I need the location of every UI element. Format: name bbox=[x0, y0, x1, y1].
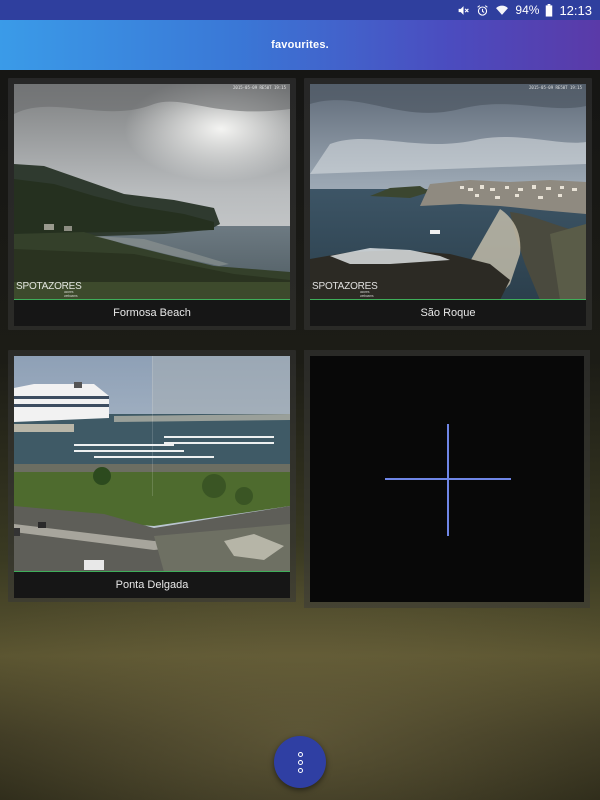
webcam-image-formosa-beach: 2015-05-09 RE50T 19:15 SPOTAZORES azores … bbox=[14, 84, 290, 300]
webcam-image-sao-roque: 2015-05-09 RE50T 19:15 SPOTAZORES azores … bbox=[310, 84, 586, 300]
favourite-title: Ponta Delgada bbox=[14, 572, 290, 598]
more-vertical-icon-dot bbox=[297, 759, 303, 765]
favourite-card-formosa-beach[interactable]: 2015-05-09 RE50T 19:15 SPOTAZORES azores … bbox=[8, 78, 296, 330]
favourite-title: Formosa Beach bbox=[14, 300, 290, 326]
more-vertical-icon-dot bbox=[297, 767, 303, 773]
favourite-title: São Roque bbox=[310, 300, 586, 326]
battery-percent: 94% bbox=[515, 3, 540, 17]
wifi-icon bbox=[495, 0, 509, 20]
timestamp-overlay: 2015-05-09 RE50T 19:15 bbox=[233, 85, 286, 90]
app-bar: favourites. bbox=[0, 20, 600, 70]
add-favourite-area[interactable] bbox=[310, 356, 584, 602]
watermark-logo: SPOTAZORES azores webcams bbox=[16, 281, 82, 298]
watermark-logo: SPOTAZORES azores webcams bbox=[312, 281, 378, 298]
favourites-screen: 94% 12:13 favourites. 2015-05-09 RE50T 1… bbox=[0, 0, 600, 800]
timestamp-overlay: 2015-05-09 RE50T 19:15 bbox=[529, 85, 582, 90]
more-vertical-icon bbox=[297, 751, 303, 757]
page-title: favourites. bbox=[271, 39, 329, 51]
more-options-button[interactable] bbox=[274, 736, 326, 788]
favourite-card-sao-roque[interactable]: 2015-05-09 RE50T 19:15 SPOTAZORES azores … bbox=[304, 78, 592, 330]
add-favourite-tile[interactable] bbox=[304, 350, 590, 608]
mute-icon bbox=[457, 0, 470, 20]
battery-icon bbox=[545, 0, 553, 20]
clock: 12:13 bbox=[559, 2, 592, 18]
favourite-card-ponta-delgada[interactable]: Ponta Delgada bbox=[8, 350, 296, 602]
alarm-icon bbox=[476, 0, 489, 20]
webcam-image-ponta-delgada bbox=[14, 356, 290, 572]
status-bar: 94% 12:13 bbox=[0, 0, 600, 20]
